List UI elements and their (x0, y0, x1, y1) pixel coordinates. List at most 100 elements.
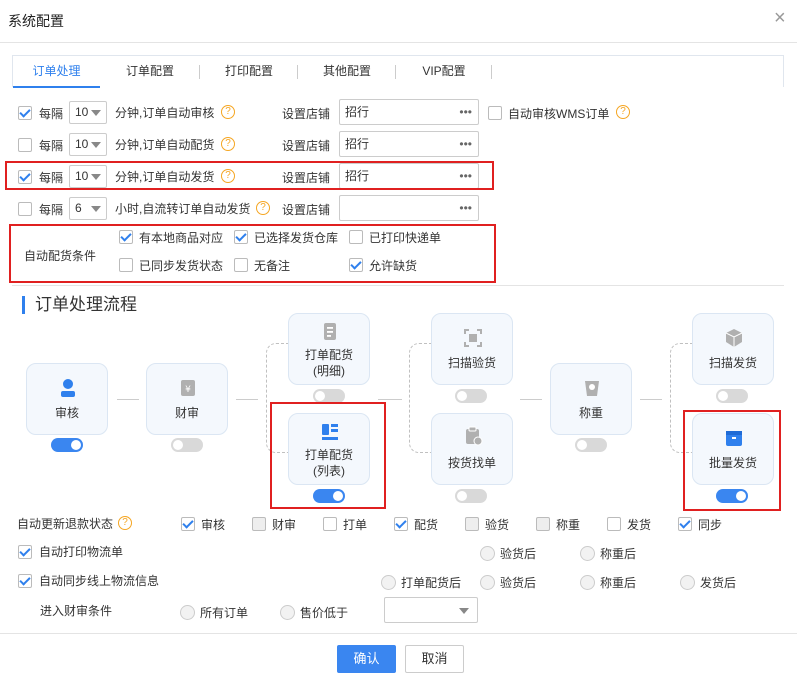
refund-ship-label: 发货 (627, 518, 652, 532)
scale-icon (585, 381, 599, 396)
money-icon: ¥ (181, 380, 195, 396)
store-label: 设置店铺 (282, 139, 331, 153)
flow-connector (520, 399, 542, 400)
refund-ship-checkbox[interactable] (607, 517, 621, 531)
flow-connector (117, 399, 139, 400)
auto-pick-checkbox[interactable] (18, 138, 32, 152)
cancel-button[interactable]: 取消 (405, 645, 464, 673)
highlight-box (5, 161, 494, 190)
close-icon[interactable]: × (774, 8, 786, 28)
flow-node-scan-check[interactable]: 扫描验货 (431, 313, 513, 385)
box-icon (725, 329, 743, 347)
toggle-finance[interactable] (171, 438, 203, 452)
auto-sync-checkbox[interactable] (18, 574, 32, 588)
highlight-box (270, 402, 386, 509)
toggle-find-by-goods[interactable] (455, 489, 487, 503)
finance-price-below-radio[interactable] (280, 605, 295, 620)
auto-sync-after-weigh-radio[interactable] (580, 575, 595, 590)
cond-synced-checkbox[interactable] (119, 258, 133, 272)
finance-all-orders-label: 所有订单 (200, 606, 249, 620)
finance-all-orders-radio[interactable] (180, 605, 195, 620)
flow-connector (378, 399, 402, 400)
store-label: 设置店铺 (282, 203, 331, 217)
flow-node-label: 打单配货 (304, 348, 353, 362)
help-icon[interactable]: ? (221, 105, 235, 119)
flow-node-finance[interactable]: ¥ 财审 (146, 363, 228, 435)
refund-audit-label: 审核 (201, 518, 226, 532)
cond-warehouse-checkbox[interactable] (234, 230, 248, 244)
refund-print-label: 打单 (343, 518, 368, 532)
section-divider (12, 285, 784, 286)
tab-vip-config[interactable]: VIP配置 (396, 56, 492, 86)
help-icon[interactable]: ? (256, 201, 270, 215)
clipboard-check-icon (466, 426, 483, 446)
cond-express-printed-checkbox[interactable] (349, 230, 363, 244)
tab-print-config[interactable]: 打印配置 (200, 56, 298, 86)
auto-audit-interval-select[interactable]: 10 (69, 101, 107, 124)
refund-check-checkbox[interactable] (465, 517, 479, 531)
store-select-flow-ship[interactable]: ••• (339, 195, 479, 221)
toggle-scan-ship[interactable] (716, 389, 748, 403)
auto-print-after-check-label: 验货后 (500, 547, 537, 561)
scan-icon (464, 329, 482, 347)
auto-print-checkbox[interactable] (18, 545, 32, 559)
every-label: 每隔 (39, 107, 64, 121)
flow-title: 订单处理流程 (22, 296, 137, 314)
every-label: 每隔 (39, 139, 64, 153)
refund-finance-checkbox[interactable] (252, 517, 266, 531)
auto-print-after-check-radio[interactable] (480, 546, 495, 561)
help-icon[interactable]: ? (616, 105, 630, 119)
refund-status-label: 自动更新退款状态 (17, 517, 114, 531)
auto-flow-ship-desc: 小时,自流转订单自动发货 (115, 202, 251, 216)
store-label: 设置店铺 (282, 107, 331, 121)
auto-sync-after-ship-radio[interactable] (680, 575, 695, 590)
refund-pick-checkbox[interactable] (394, 517, 408, 531)
auto-sync-after-check-radio[interactable] (480, 575, 495, 590)
confirm-button[interactable]: 确认 (337, 645, 396, 673)
flow-node-label: 扫描发货 (708, 356, 757, 370)
auto-sync-after-pick-radio[interactable] (381, 575, 396, 590)
tab-bar: 订单处理 订单配置 打印配置 其他配置 VIP配置 (12, 55, 784, 88)
auto-print-after-weigh-radio[interactable] (580, 546, 595, 561)
auto-sync-after-pick-label: 打单配货后 (401, 576, 462, 590)
flow-node-find-by-goods[interactable]: 按货找单 (431, 413, 513, 485)
flow-node-weigh[interactable]: 称重 (550, 363, 632, 435)
auto-pick-interval-select[interactable]: 10 (69, 133, 107, 156)
store-select-pick[interactable]: 招行 ••• (339, 131, 479, 157)
finance-price-select[interactable] (384, 597, 478, 623)
header-divider (0, 42, 797, 43)
auto-sync-after-weigh-label: 称重后 (600, 576, 637, 590)
flow-node-scan-ship[interactable]: 扫描发货 (692, 313, 774, 385)
toggle-weigh[interactable] (575, 438, 607, 452)
auto-flow-ship-checkbox[interactable] (18, 202, 32, 216)
auto-audit-checkbox[interactable] (18, 106, 32, 120)
refund-pick-label: 配货 (414, 518, 439, 532)
flow-node-label: 审核 (54, 406, 79, 420)
footer-divider (0, 633, 797, 634)
help-icon[interactable]: ? (221, 137, 235, 151)
help-icon[interactable]: ? (118, 516, 132, 530)
flow-connector (640, 399, 662, 400)
store-select-audit[interactable]: 招行 ••• (339, 99, 479, 125)
toggle-audit[interactable] (51, 438, 83, 452)
flow-node-audit[interactable]: 审核 (26, 363, 108, 435)
auto-pick-conditions-label: 自动配货条件 (24, 249, 97, 263)
cond-no-remark-checkbox[interactable] (234, 258, 248, 272)
refund-weigh-checkbox[interactable] (536, 517, 550, 531)
tab-order-config[interactable]: 订单配置 (100, 56, 200, 86)
auto-audit-wms-checkbox[interactable] (488, 106, 502, 120)
cond-allow-shortage-checkbox[interactable] (349, 258, 363, 272)
toggle-pick-detail[interactable] (313, 389, 345, 403)
refund-audit-checkbox[interactable] (181, 517, 195, 531)
flow-node-pick-detail[interactable]: 打单配货 (明细) (288, 313, 370, 385)
refund-sync-checkbox[interactable] (678, 517, 692, 531)
refund-print-checkbox[interactable] (323, 517, 337, 531)
auto-flow-ship-interval-select[interactable]: 6 (69, 197, 107, 220)
refund-finance-label: 财审 (272, 518, 297, 532)
toggle-scan-check[interactable] (455, 389, 487, 403)
tab-order-processing[interactable]: 订单处理 (13, 56, 100, 88)
cond-local-goods-checkbox[interactable] (119, 230, 133, 244)
cond-local-goods-label: 有本地商品对应 (139, 231, 224, 245)
highlight-box (683, 410, 781, 511)
tab-other-config[interactable]: 其他配置 (298, 56, 396, 86)
